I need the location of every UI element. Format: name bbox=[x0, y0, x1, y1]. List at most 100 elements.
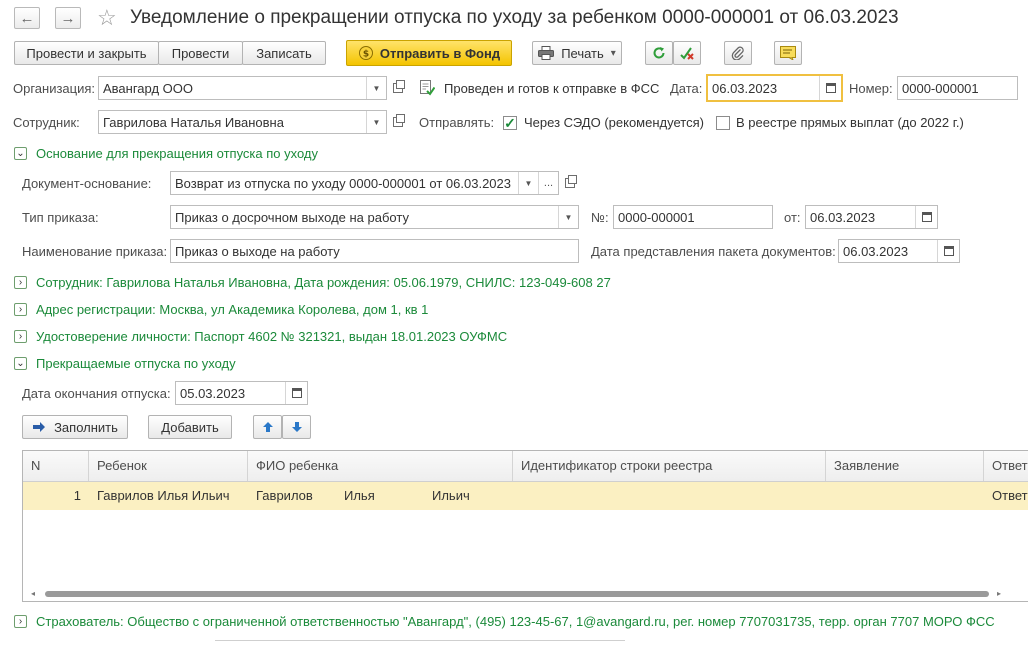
cell-n: 1 bbox=[73, 488, 81, 503]
order-number-value: 0000-000001 bbox=[618, 209, 695, 225]
scroll-right-icon[interactable]: ▸ bbox=[997, 589, 1001, 598]
package-date-value: 06.03.2023 bbox=[843, 243, 909, 259]
date-value: 06.03.2023 bbox=[712, 80, 778, 96]
cell-first-name: Илья bbox=[344, 488, 375, 503]
cell-child: Гаврилов Илья Ильич bbox=[97, 488, 230, 503]
chevron-down-icon[interactable]: ▼ bbox=[366, 77, 386, 99]
employee-group-title: Сотрудник: Гаврилова Наталья Ивановна, Д… bbox=[36, 275, 611, 290]
chevron-down-icon[interactable]: ▼ bbox=[518, 172, 538, 194]
cancel-posting-button[interactable] bbox=[673, 41, 701, 65]
document-status-text: Проведен и готов к отправке в ФСС bbox=[444, 81, 660, 96]
divider bbox=[215, 640, 625, 641]
leave-end-date-label: Дата окончания отпуска: bbox=[22, 386, 171, 401]
calendar-button[interactable] bbox=[285, 382, 307, 404]
calendar-button[interactable] bbox=[937, 240, 959, 262]
basis-group-header[interactable]: ⌄ Основание для прекращения отпуска по у… bbox=[14, 146, 318, 161]
open-external-icon bbox=[565, 175, 577, 188]
leaves-table[interactable]: N Ребенок ФИО ребенка Идентификатор стро… bbox=[22, 450, 1028, 602]
horizontal-scrollbar[interactable]: ◂ ▸ bbox=[23, 587, 1028, 601]
select-dots-button[interactable]: ... bbox=[538, 172, 558, 194]
order-name-label: Наименование приказа: bbox=[22, 244, 168, 259]
calendar-button[interactable] bbox=[819, 76, 841, 100]
employee-field[interactable]: Гаврилова Наталья Ивановна ▼ bbox=[98, 110, 387, 134]
forward-button[interactable]: → bbox=[55, 7, 81, 29]
post-button[interactable]: Провести bbox=[158, 41, 243, 65]
organization-value: Авангард ООО bbox=[103, 80, 193, 96]
registry-checkbox[interactable] bbox=[716, 116, 730, 130]
move-down-button[interactable] bbox=[282, 415, 311, 439]
notes-button[interactable] bbox=[774, 41, 802, 65]
arrow-up-icon bbox=[262, 422, 273, 432]
order-type-field[interactable]: Приказ о досрочном выходе на работу ▼ bbox=[170, 205, 579, 229]
basis-document-value: Возврат из отпуска по уходу 0000-000001 … bbox=[175, 175, 511, 191]
leaves-group-title: Прекращаемые отпуска по уходу bbox=[36, 356, 236, 371]
move-up-button[interactable] bbox=[253, 415, 282, 439]
column-header-child-fullname[interactable]: ФИО ребенка bbox=[248, 451, 513, 481]
order-date-value: 06.03.2023 bbox=[810, 209, 876, 225]
paperclip-icon bbox=[731, 46, 744, 60]
address-group-header[interactable]: › Адрес регистрации: Москва, ул Академик… bbox=[14, 302, 428, 317]
date-field[interactable]: 06.03.2023 bbox=[706, 74, 843, 102]
cell-statement bbox=[826, 482, 984, 510]
column-header-child[interactable]: Ребенок bbox=[89, 451, 248, 481]
print-label: Печать bbox=[561, 45, 604, 61]
post-and-close-button[interactable]: Провести и закрыть bbox=[14, 41, 159, 65]
leaves-group-header[interactable]: ⌄ Прекращаемые отпуска по уходу bbox=[14, 356, 236, 371]
calendar-icon bbox=[943, 246, 954, 256]
chevron-right-icon: › bbox=[14, 303, 27, 316]
open-external-icon bbox=[393, 114, 405, 127]
chevron-down-icon[interactable]: ▼ bbox=[558, 206, 578, 228]
order-number-label: №: bbox=[591, 210, 609, 225]
leave-end-date-field[interactable]: 05.03.2023 bbox=[175, 381, 308, 405]
svg-text:$: $ bbox=[363, 50, 369, 60]
print-button[interactable]: Печать ▾ bbox=[532, 41, 622, 65]
scroll-left-icon[interactable]: ◂ bbox=[31, 589, 35, 598]
save-button[interactable]: Записать bbox=[242, 41, 326, 65]
date-label: Дата: bbox=[670, 81, 703, 96]
table-row[interactable]: 1 Гаврилов Илья Ильич Гаврилов Илья Ильи… bbox=[23, 482, 1028, 510]
basis-group-title: Основание для прекращения отпуска по ухо… bbox=[36, 146, 319, 161]
refresh-button[interactable] bbox=[645, 41, 673, 65]
fill-button[interactable]: Заполнить bbox=[22, 415, 128, 439]
calendar-button[interactable] bbox=[915, 206, 937, 228]
open-organization-button[interactable] bbox=[389, 77, 407, 99]
send-to-fund-button[interactable]: $ Отправить в Фонд bbox=[346, 40, 512, 66]
chevron-down-icon[interactable]: ▼ bbox=[366, 111, 386, 133]
column-header-registry-id[interactable]: Идентификатор строки реестра bbox=[513, 451, 826, 481]
calendar-icon bbox=[291, 388, 302, 398]
column-header-statement[interactable]: Заявление bbox=[826, 451, 984, 481]
address-group-title: Адрес регистрации: Москва, ул Академика … bbox=[36, 302, 429, 317]
refresh-icon bbox=[653, 47, 665, 59]
back-button[interactable]: ← bbox=[14, 7, 40, 29]
fill-button-label: Заполнить bbox=[54, 419, 118, 435]
organization-field[interactable]: Авангард ООО ▼ bbox=[98, 76, 387, 100]
package-date-field[interactable]: 06.03.2023 bbox=[838, 239, 960, 263]
printer-icon bbox=[538, 46, 555, 60]
column-header-n[interactable]: N bbox=[23, 451, 89, 481]
insurer-group-header[interactable]: › Страхователь: Общество с ограниченной … bbox=[14, 614, 995, 629]
favorite-star-icon[interactable]: ☆ bbox=[97, 5, 117, 31]
note-icon bbox=[780, 46, 796, 60]
sedo-checkbox[interactable]: ✓ bbox=[503, 115, 517, 131]
chevron-right-icon: › bbox=[14, 615, 27, 628]
order-date-field[interactable]: 06.03.2023 bbox=[805, 205, 938, 229]
open-employee-button[interactable] bbox=[389, 111, 407, 133]
identity-group-header[interactable]: › Удостоверение личности: Паспорт 4602 №… bbox=[14, 329, 507, 344]
add-row-button[interactable]: Добавить bbox=[148, 415, 232, 439]
attach-files-button[interactable] bbox=[724, 41, 752, 65]
package-date-label: Дата представления пакета документов: bbox=[591, 244, 836, 259]
order-name-field[interactable]: Приказ о выходе на работу bbox=[170, 239, 579, 263]
order-number-field[interactable]: 0000-000001 bbox=[613, 205, 773, 229]
column-header-answer[interactable]: Ответ bbox=[984, 451, 1028, 481]
basis-document-label: Документ-основание: bbox=[22, 176, 152, 191]
arrow-down-icon bbox=[291, 422, 302, 432]
number-field[interactable]: 0000-000001 bbox=[897, 76, 1018, 100]
employee-group-header[interactable]: › Сотрудник: Гаврилова Наталья Ивановна,… bbox=[14, 275, 611, 290]
fill-arrow-icon bbox=[33, 422, 46, 432]
scrollbar-thumb[interactable] bbox=[45, 591, 989, 597]
basis-document-field[interactable]: Возврат из отпуска по уходу 0000-000001 … bbox=[170, 171, 559, 195]
number-label: Номер: bbox=[849, 81, 893, 96]
open-basis-document-button[interactable] bbox=[561, 172, 579, 194]
chevron-right-icon: › bbox=[14, 330, 27, 343]
document-posted-icon bbox=[420, 80, 435, 96]
